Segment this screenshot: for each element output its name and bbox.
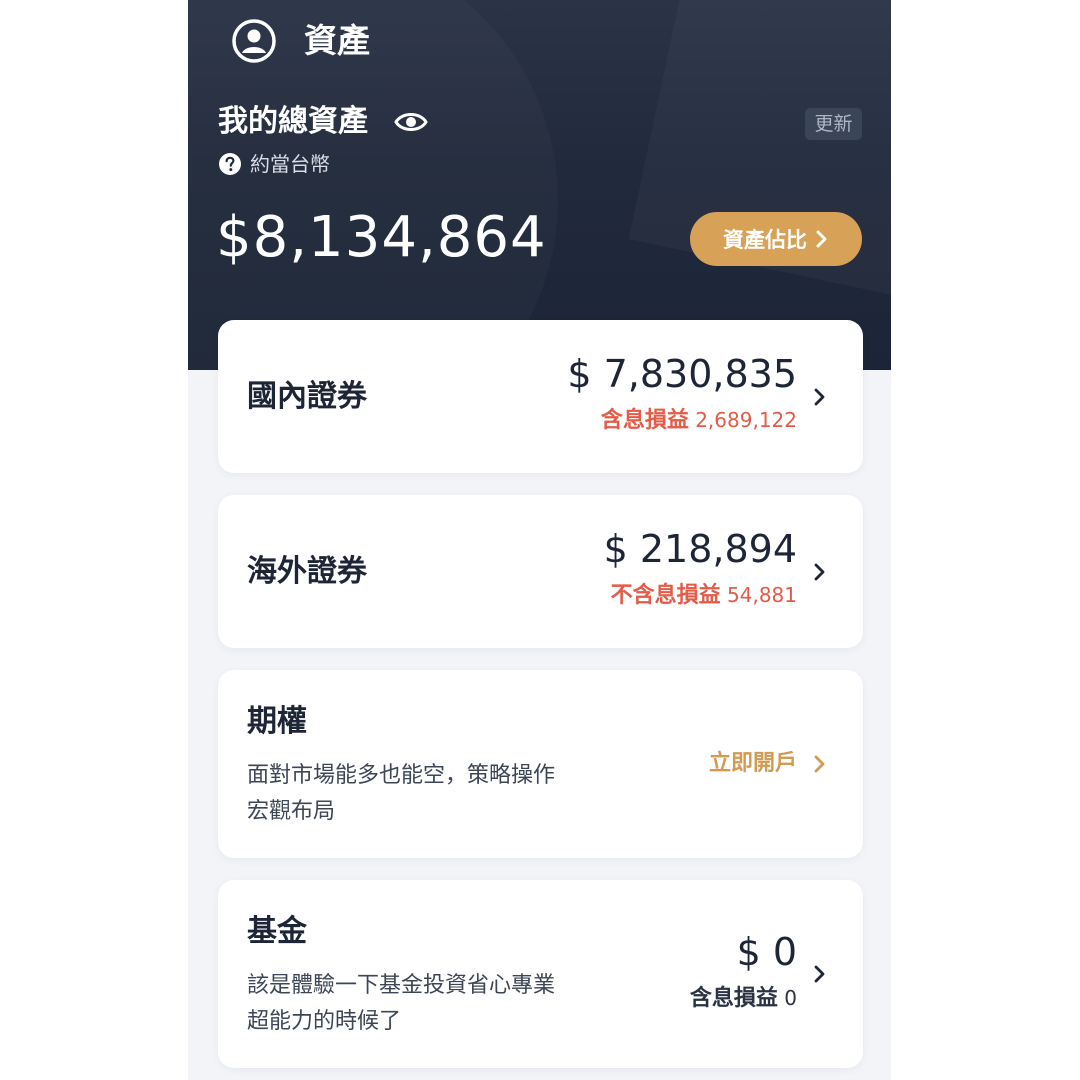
card-title: 海外證券 [247, 554, 367, 589]
currency-note: 約當台幣 [250, 152, 330, 176]
profit-loss-value: 0 [784, 986, 797, 1010]
user-circle-icon[interactable] [231, 18, 277, 64]
profit-loss-label: 含息損益 [600, 408, 689, 433]
open-account-link[interactable]: 立即開戶 [709, 748, 797, 780]
profit-loss-value: 54,881 [727, 583, 797, 607]
asset-allocation-button[interactable]: 資產佔比 [690, 212, 862, 266]
profit-loss: 不含息損益 54,881 [611, 581, 797, 610]
chevron-right-icon [814, 965, 825, 983]
question-icon[interactable] [218, 152, 242, 176]
card-title: 基金 [247, 914, 307, 949]
card-title: 國內證券 [247, 379, 367, 414]
card-description-line: 該是體驗一下基金投資省心專業 [247, 973, 556, 998]
asset-screen: 資產 我的總資產 更新 約當台幣 $8,134,864 資產佔比 國內證券 $ … [188, 0, 891, 1080]
card-amount: $ 7,830,835 [567, 352, 797, 396]
asset-allocation-label: 資產佔比 [723, 228, 807, 252]
overseas-securities-card[interactable]: 海外證券 $ 218,894 不含息損益 54,881 [218, 495, 863, 648]
profit-loss-label: 含息損益 [689, 986, 778, 1011]
update-button[interactable]: 更新 [805, 108, 862, 140]
card-description-line: 超能力的時候了 [247, 1009, 402, 1034]
chevron-right-icon [814, 755, 825, 773]
profit-loss: 含息損益 2,689,122 [601, 406, 797, 435]
card-description-line: 面對市場能多也能空，策略操作 [247, 763, 556, 788]
chevron-right-icon [814, 563, 825, 581]
profit-loss: 含息損益 0 [690, 984, 797, 1013]
card-title: 期權 [247, 704, 307, 739]
chevron-right-icon [816, 230, 827, 248]
top-bar: 資產 [188, 0, 891, 88]
asset-summary-header: 資產 我的總資產 更新 約當台幣 $8,134,864 資產佔比 [188, 0, 891, 370]
page-title: 資產 [304, 21, 370, 60]
chevron-right-icon [814, 388, 825, 406]
domestic-securities-card[interactable]: 國內證券 $ 7,830,835 含息損益 2,689,122 [218, 320, 863, 473]
funds-card[interactable]: 基金 該是體驗一下基金投資省心專業 超能力的時候了 $ 0 含息損益 0 [218, 880, 863, 1068]
options-card[interactable]: 期權 面對市場能多也能空，策略操作 宏觀布局 立即開戶 [218, 670, 863, 858]
total-assets-amount: $8,134,864 [216, 205, 547, 270]
total-assets-label: 我的總資產 [218, 104, 368, 139]
card-amount: $ 218,894 [603, 527, 797, 571]
card-amount: $ 0 [736, 930, 797, 974]
eye-icon[interactable] [394, 108, 428, 136]
card-description-line: 宏觀布局 [247, 799, 336, 824]
profit-loss-label: 不含息損益 [610, 583, 721, 608]
profit-loss-value: 2,689,122 [695, 408, 797, 432]
